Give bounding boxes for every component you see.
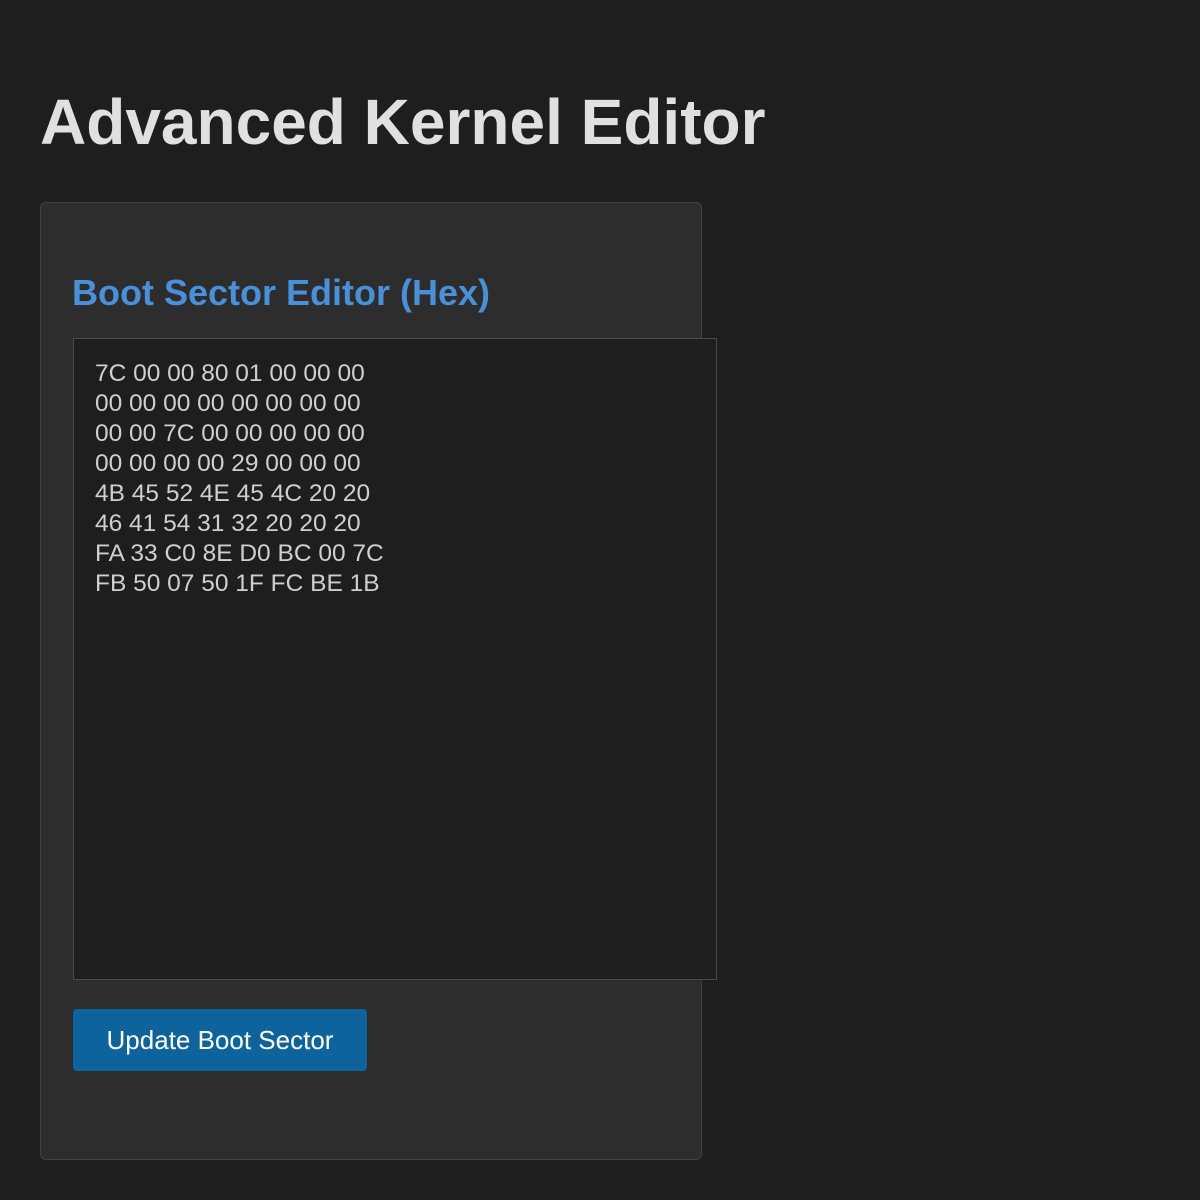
page-title: Advanced Kernel Editor [40, 86, 766, 158]
boot-sector-panel: Boot Sector Editor (Hex) 7C 00 00 80 01 … [40, 202, 717, 1160]
update-boot-sector-button[interactable]: Update Boot Sector [73, 1009, 367, 1071]
hex-editor-textarea[interactable]: 7C 00 00 80 01 00 00 00 00 00 00 00 00 0… [73, 338, 717, 980]
panel-title: Boot Sector Editor (Hex) [72, 272, 491, 313]
